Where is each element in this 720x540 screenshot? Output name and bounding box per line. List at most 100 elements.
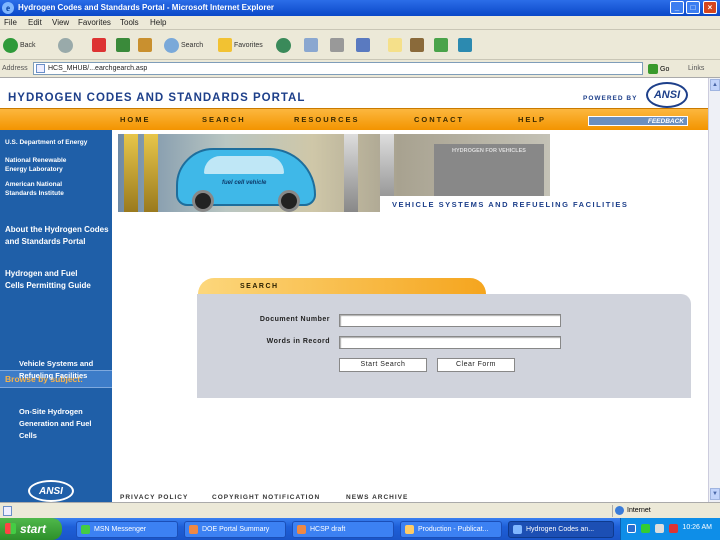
footer-privacy-policy[interactable]: PRIVACY POLICY: [120, 494, 188, 501]
sidebar-link-doe[interactable]: U.S. Department of Energy: [5, 138, 105, 147]
banner-pole: [344, 134, 358, 212]
start-search-button[interactable]: Start Search: [339, 358, 427, 372]
nav-help[interactable]: HELP: [518, 115, 546, 124]
banner-pole: [144, 134, 158, 212]
close-button[interactable]: ×: [703, 1, 717, 14]
words-in-record-label: Words in Record: [266, 338, 330, 345]
stop-button[interactable]: [92, 37, 106, 53]
forward-arrow-icon: [58, 37, 73, 53]
sidebar-link-about[interactable]: About the Hydrogen Codes and Standards P…: [5, 224, 111, 248]
task-production[interactable]: Production - Publicat...: [400, 521, 502, 538]
sidebar-link-ansi[interactable]: American National Standards Institute: [5, 180, 85, 198]
messenger-tray-icon[interactable]: [641, 524, 650, 533]
powerpoint-icon: [189, 525, 198, 534]
status-bar: Internet: [0, 502, 720, 518]
nav-search[interactable]: SEARCH: [202, 115, 246, 124]
menu-view[interactable]: View: [52, 18, 69, 27]
volume-icon[interactable]: [655, 524, 664, 533]
banner-sign: HYDROGEN FOR VEHICLES: [434, 144, 544, 204]
car-text: fuel cell vehicle: [222, 180, 267, 186]
taskbar: start MSN Messenger DOE Portal Summary H…: [0, 518, 720, 540]
start-button[interactable]: start: [0, 518, 62, 540]
sidebar: U.S. Department of Energy National Renew…: [0, 130, 112, 502]
scroll-up-icon[interactable]: ▲: [710, 79, 720, 91]
network-icon[interactable]: [627, 524, 636, 533]
feedback-button[interactable]: FEEDBACK: [588, 116, 688, 126]
print-button[interactable]: [330, 37, 344, 53]
security-zone: Internet: [612, 505, 718, 517]
nav-contact[interactable]: CONTACT: [414, 115, 464, 124]
back-button[interactable]: Back: [3, 37, 36, 53]
home-button[interactable]: [138, 37, 152, 53]
discuss-button[interactable]: [388, 37, 402, 53]
footer-news-archive[interactable]: NEWS ARCHIVE: [346, 494, 408, 501]
task-label: Production - Publicat...: [418, 526, 489, 533]
banner-pole: [124, 134, 138, 212]
words-in-record-input[interactable]: [339, 336, 561, 349]
refresh-button[interactable]: [116, 37, 130, 53]
back-label: Back: [20, 41, 36, 49]
start-label: start: [20, 522, 47, 536]
home-icon: [138, 38, 152, 52]
footer-copyright[interactable]: COPYRIGHT NOTIFICATION: [212, 494, 320, 501]
refresh-icon: [116, 38, 130, 52]
address-url: HCS_MHUB/...earchgearch.asp: [48, 65, 148, 72]
title-bar: e Hydrogen Codes and Standards Portal - …: [0, 0, 720, 16]
history-button[interactable]: [276, 37, 291, 53]
sidebar-ansi-logo[interactable]: ANSI: [28, 480, 74, 502]
page-content: HYDROGEN CODES AND STANDARDS PORTAL POWE…: [0, 78, 708, 502]
sidebar-link-nrel[interactable]: National Renewable Energy Laboratory: [5, 156, 83, 174]
forward-button[interactable]: [58, 37, 73, 53]
powerpoint-icon: [297, 525, 306, 534]
address-input[interactable]: HCS_MHUB/...earchgearch.asp: [33, 62, 643, 75]
internet-explorer-icon: e: [2, 2, 14, 14]
stop-icon: [92, 38, 106, 52]
vertical-scrollbar[interactable]: ▲ ▼: [708, 78, 720, 502]
scroll-down-icon[interactable]: ▼: [710, 488, 720, 500]
mail-button[interactable]: [304, 37, 318, 53]
task-doe-portal-summary[interactable]: DOE Portal Summary: [184, 521, 286, 538]
ansi-logo[interactable]: ANSI: [646, 82, 688, 108]
messenger-button[interactable]: [434, 37, 448, 53]
favorites-star-icon: [218, 38, 232, 52]
clear-form-button[interactable]: Clear Form: [437, 358, 515, 372]
links-button[interactable]: Links: [688, 65, 704, 72]
nav-resources[interactable]: RESOURCES: [294, 115, 360, 124]
research-button[interactable]: [410, 37, 424, 53]
task-msn-messenger[interactable]: MSN Messenger: [76, 521, 178, 538]
document-number-input[interactable]: [339, 314, 561, 327]
minimize-button[interactable]: _: [670, 1, 684, 14]
security-icon[interactable]: [669, 524, 678, 533]
menu-favorites[interactable]: Favorites: [78, 18, 111, 27]
search-panel: Document Number Words in Record Start Se…: [197, 294, 691, 398]
messenger-icon: [81, 525, 90, 534]
messenger-icon: [434, 38, 448, 52]
go-button[interactable]: Go: [648, 63, 676, 75]
favorites-button[interactable]: Favorites: [218, 37, 263, 53]
nav-home[interactable]: HOME: [120, 115, 151, 124]
edit-button[interactable]: [356, 37, 370, 53]
edit-icon: [356, 38, 370, 52]
subject-vehicle-systems[interactable]: Vehicle Systems and Refueling Facilities: [19, 358, 103, 382]
search-button[interactable]: Search: [164, 37, 203, 53]
task-label: Hydrogen Codes an...: [526, 526, 595, 533]
menu-edit[interactable]: Edit: [28, 18, 42, 27]
menu-tools[interactable]: Tools: [120, 18, 139, 27]
task-hcsp-draft[interactable]: HCSP draft: [292, 521, 394, 538]
toolbar: Back Search Favorites: [0, 30, 720, 60]
menu-help[interactable]: Help: [150, 18, 166, 27]
menu-file[interactable]: File: [4, 18, 17, 27]
task-hydrogen-codes[interactable]: Hydrogen Codes an...: [508, 521, 614, 538]
back-arrow-icon: [3, 37, 18, 53]
outlook-icon: [405, 525, 414, 534]
nav-bar: HOME SEARCH RESOURCES CONTACT HELP FEEDB…: [0, 108, 708, 130]
powered-by-label: POWERED BY: [583, 95, 638, 102]
search-tab-label: SEARCH: [240, 283, 279, 290]
sidebar-link-guide[interactable]: Hydrogen and Fuel Cells Permitting Guide: [5, 268, 95, 292]
maximize-button[interactable]: □: [686, 1, 700, 14]
tools-button[interactable]: [458, 37, 472, 53]
system-tray: 10:26 AM: [620, 518, 720, 540]
subject-onsite-hydrogen[interactable]: On-Site Hydrogen Generation and Fuel Cel…: [19, 406, 99, 442]
fuel-cell-car: fuel cell vehicle: [176, 148, 316, 212]
address-bar: Address HCS_MHUB/...earchgearch.asp Go L…: [0, 60, 720, 78]
